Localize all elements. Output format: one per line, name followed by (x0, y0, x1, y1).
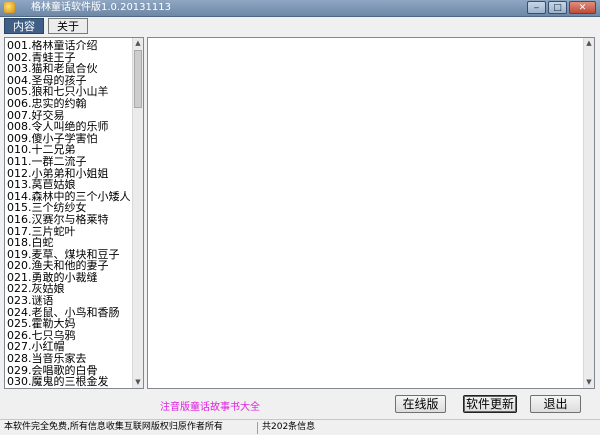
maximize-button[interactable]: □ (548, 1, 567, 14)
window-title: 格林童话软件版1.0.20131113 (31, 2, 171, 13)
list-item[interactable]: 024.老鼠、小鸟和香肠 (7, 307, 131, 319)
story-content-area[interactable]: ▲ ▼ (147, 37, 595, 389)
list-item[interactable]: 007.好交易 (7, 110, 131, 122)
status-divider (257, 422, 258, 434)
list-item[interactable]: 009.傻小子学害怕 (7, 133, 131, 145)
scroll-down-icon[interactable]: ▼ (133, 377, 143, 388)
story-listbox[interactable]: 001.格林童话介绍 002.青蛙王子 003.猫和老鼠合伙 004.圣母的孩子 005… (4, 37, 144, 389)
title-bar: 格林童话软件版1.0.20131113 ‒ □ ✕ (0, 0, 600, 17)
content-scrollbar[interactable]: ▲ ▼ (583, 38, 594, 388)
list-item[interactable]: 027.小红帽 (7, 341, 131, 353)
list-item[interactable]: 017.三片蛇叶 (7, 226, 131, 238)
scrollbar-thumb[interactable] (134, 50, 142, 108)
list-item[interactable]: 012.小弟弟和小姐姐 (7, 168, 131, 180)
list-item[interactable]: 011.一群二流子 (7, 156, 131, 168)
status-copyright: 本软件完全免费,所有信息收集互联网版权归原作者所有 (4, 422, 223, 432)
list-item[interactable]: 019.麦草、煤块和豆子 (7, 249, 131, 261)
list-item[interactable]: 006.忠实的约翰 (7, 98, 131, 110)
online-version-button[interactable]: 在线版 (395, 395, 446, 413)
list-scrollbar[interactable]: ▲ ▼ (132, 38, 143, 388)
scroll-up-icon[interactable]: ▲ (584, 38, 594, 49)
minimize-button[interactable]: ‒ (527, 1, 546, 14)
scroll-up-icon[interactable]: ▲ (133, 38, 143, 49)
close-button[interactable]: ✕ (569, 1, 596, 14)
list-item[interactable]: 018.白蛇 (7, 237, 131, 249)
list-item[interactable]: 030.魔鬼的三根金发 (7, 376, 131, 388)
scroll-down-icon[interactable]: ▼ (584, 377, 594, 388)
app-icon (4, 2, 15, 13)
story-list: 001.格林童话介绍 002.青蛙王子 003.猫和老鼠合伙 004.圣母的孩子 005… (7, 40, 131, 388)
list-item[interactable]: 013.莴苣姑娘 (7, 179, 131, 191)
list-item[interactable]: 014.森林中的三个小矮人 (7, 191, 131, 203)
list-item[interactable]: 026.七只乌鸦 (7, 330, 131, 342)
list-item[interactable]: 029.会唱歌的白骨 (7, 365, 131, 377)
list-item[interactable]: 021.勇敢的小裁缝 (7, 272, 131, 284)
exit-button[interactable]: 退出 (530, 395, 581, 413)
update-button[interactable]: 软件更新 (463, 395, 517, 413)
list-item[interactable]: 010.十二兄弟 (7, 144, 131, 156)
list-item[interactable]: 001.格林童话介绍 (7, 40, 131, 52)
list-item[interactable]: 020.渔夫和他的妻子 (7, 260, 131, 272)
list-item[interactable]: 016.汉赛尔与格莱特 (7, 214, 131, 226)
list-item[interactable]: 028.当音乐家去 (7, 353, 131, 365)
status-count: 共202条信息 (262, 422, 316, 432)
window-controls: ‒ □ ✕ (527, 1, 596, 14)
list-item[interactable]: 023.谜语 (7, 295, 131, 307)
list-item[interactable]: 003.猫和老鼠合伙 (7, 63, 131, 75)
list-item[interactable]: 015.三个纺纱女 (7, 202, 131, 214)
list-item[interactable]: 025.霍勒大妈 (7, 318, 131, 330)
list-item[interactable]: 004.圣母的孩子 (7, 75, 131, 87)
list-item[interactable]: 008.令人叫绝的乐师 (7, 121, 131, 133)
tab-about[interactable]: 关于 (48, 18, 88, 34)
list-item[interactable]: 002.青蛙王子 (7, 52, 131, 64)
list-item[interactable]: 022.灰姑娘 (7, 283, 131, 295)
app-caption: 注音版童话故事书大全 (160, 402, 260, 413)
status-bar: 本软件完全免费,所有信息收集互联网版权归原作者所有 共202条信息 (0, 419, 600, 435)
tab-content[interactable]: 内容 (4, 18, 44, 34)
list-item[interactable]: 005.狼和七只小山羊 (7, 86, 131, 98)
tab-bar: 内容 关于 (4, 18, 88, 34)
